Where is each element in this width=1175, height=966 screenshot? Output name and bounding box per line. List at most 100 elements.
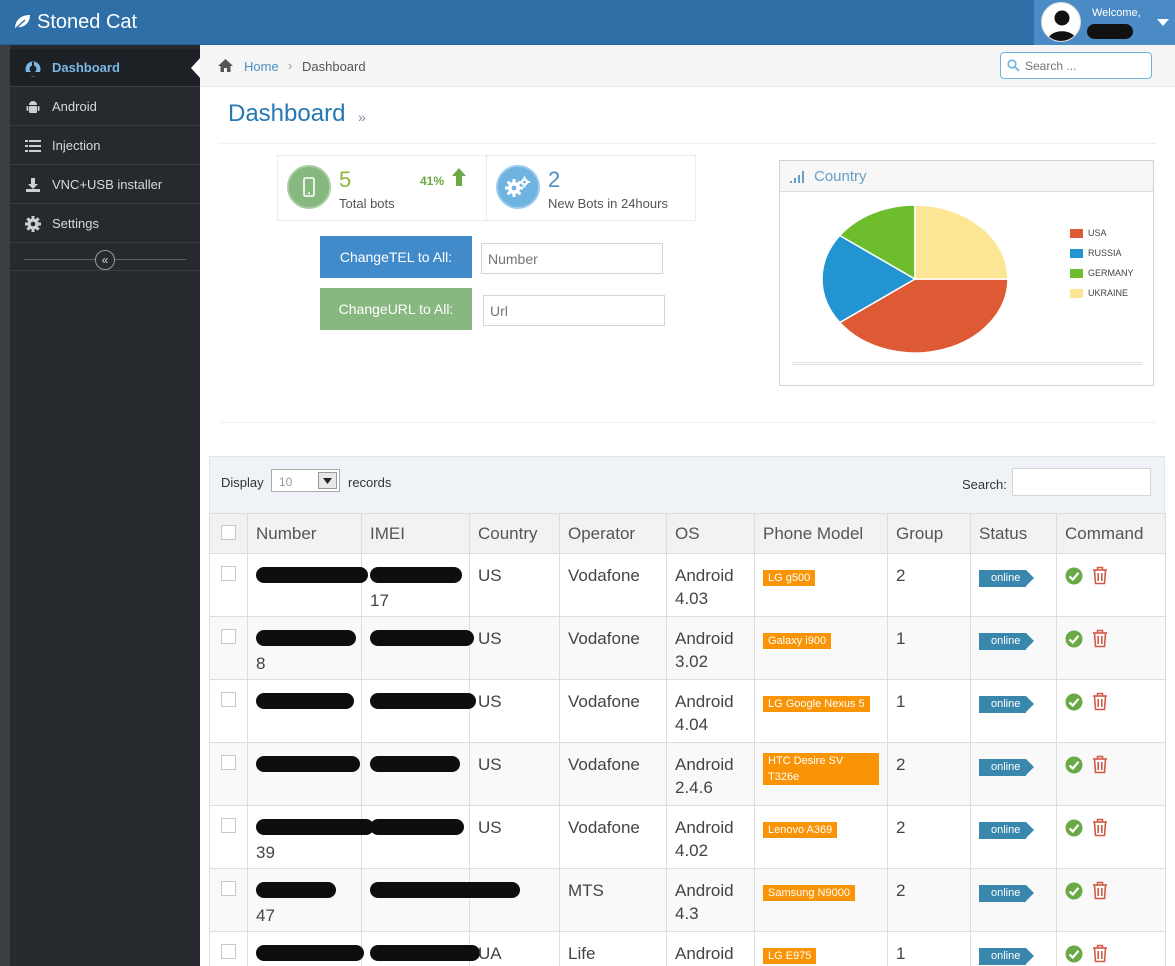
trash-icon[interactable]: [1092, 881, 1108, 900]
country-pie-chart: [821, 204, 1009, 354]
country-widget: Country USA RUSSIA GERMANY UKRAINE: [779, 160, 1154, 386]
table-controls: Display 10 records Search:: [209, 456, 1165, 513]
row-select-cell: [209, 931, 248, 966]
brand[interactable]: Stoned Cat: [12, 9, 137, 35]
trash-icon[interactable]: [1092, 566, 1108, 585]
phone-model-badge: HTC Desire SV T326e: [763, 753, 879, 785]
app-title: Stoned Cat: [37, 10, 138, 33]
select-all-checkbox[interactable]: [221, 525, 236, 540]
country-cell: US: [469, 805, 560, 869]
os-cell: Android 4.04: [666, 679, 755, 743]
redacted-number: [256, 567, 368, 583]
table-search-input[interactable]: [1012, 468, 1151, 496]
redacted-imei: [370, 882, 520, 898]
caret-down-icon[interactable]: [1157, 19, 1169, 26]
trash-icon[interactable]: [1092, 629, 1108, 648]
sidebar-item-injection[interactable]: Injection: [10, 127, 200, 165]
sidebar-item-vnc-usb-installer[interactable]: VNC+USB installer: [10, 166, 200, 204]
arrow-up-icon: [452, 168, 466, 186]
trash-icon[interactable]: [1092, 692, 1108, 711]
check-circle-icon[interactable]: [1065, 630, 1083, 648]
group-cell: 2: [887, 805, 971, 869]
user-silhouette-icon: [1048, 10, 1076, 41]
url-input[interactable]: [483, 295, 665, 326]
row-checkbox[interactable]: [221, 818, 236, 833]
column-header[interactable]: Status: [970, 513, 1057, 554]
command-actions: [1065, 944, 1157, 963]
row-select-cell: [209, 616, 248, 680]
command-cell: [1056, 868, 1166, 932]
row-select-cell: [209, 679, 248, 743]
row-checkbox[interactable]: [221, 944, 236, 959]
user-menu[interactable]: Welcome,: [1034, 0, 1175, 45]
phone-model-badge: LG g500: [763, 570, 816, 586]
check-circle-icon[interactable]: [1065, 567, 1083, 585]
redacted-imei: [370, 567, 462, 583]
records-per-page-value: 10: [279, 475, 293, 489]
imei-tail: 17: [370, 591, 389, 610]
column-header[interactable]: Operator: [559, 513, 667, 554]
row-checkbox[interactable]: [221, 629, 236, 644]
records-per-page-select[interactable]: 10: [271, 469, 340, 492]
check-circle-icon[interactable]: [1065, 693, 1083, 711]
sidebar-item-label: Dashboard: [52, 60, 120, 75]
row-checkbox[interactable]: [221, 692, 236, 707]
tel-number-input[interactable]: [481, 243, 663, 274]
column-header[interactable]: Number: [247, 513, 362, 554]
table-row: US Vodafone Android 2.4.6 HTC Desire SV T32…: [209, 742, 1166, 806]
table-body: 17 US Vodafone Android 4.03 LG g500 2 online 8 U…: [209, 553, 1166, 966]
check-circle-icon[interactable]: [1065, 819, 1083, 837]
table-row: 17 US Vodafone Android 4.03 LG g500 2 online: [209, 553, 1166, 617]
welcome-text: Welcome,: [1092, 7, 1141, 19]
display-label: Display: [221, 475, 264, 490]
breadcrumb-home-link[interactable]: Home: [244, 59, 279, 74]
table-search-label: Search:: [962, 477, 1007, 492]
column-header[interactable]: Group: [887, 513, 971, 554]
status-badge: online: [979, 822, 1035, 839]
column-header[interactable]: Phone Model: [754, 513, 888, 554]
trash-icon[interactable]: [1092, 818, 1108, 837]
trash-icon[interactable]: [1092, 944, 1108, 963]
group-cell: 1: [887, 616, 971, 680]
row-checkbox[interactable]: [221, 755, 236, 770]
collapse-sidebar-button[interactable]: «: [95, 250, 115, 270]
change-url-all-button[interactable]: ChangeURL to All:: [320, 288, 472, 330]
check-circle-icon[interactable]: [1065, 945, 1083, 963]
column-header[interactable]: Country: [469, 513, 560, 554]
imei-cell: [361, 805, 470, 869]
nav-search-input[interactable]: [1025, 56, 1145, 75]
home-icon: [218, 59, 233, 72]
phone-model-badge: Samsung N9000: [763, 885, 855, 901]
breadcrumb-separator: ›: [288, 58, 293, 73]
sidebar-item-settings[interactable]: Settings: [10, 205, 200, 243]
change-tel-all-button[interactable]: ChangeTEL to All:: [320, 236, 472, 278]
row-checkbox[interactable]: [221, 566, 236, 581]
row-checkbox[interactable]: [221, 881, 236, 896]
row-select-cell: [209, 868, 248, 932]
check-circle-icon[interactable]: [1065, 756, 1083, 774]
trash-icon[interactable]: [1092, 755, 1108, 774]
signal-icon: [790, 171, 804, 183]
redacted-username: [1087, 24, 1133, 39]
country-cell: [469, 868, 560, 932]
command-actions: [1065, 755, 1157, 774]
new-bots-count: 2: [548, 167, 561, 192]
column-header[interactable]: Command: [1056, 513, 1166, 554]
divider: [220, 422, 1155, 423]
table-row: 8 US Vodafone Android 3.02 Galaxy i900 1 onlin…: [209, 616, 1166, 680]
status-badge: online: [979, 570, 1035, 587]
sidebar-item-android[interactable]: Android: [10, 88, 200, 126]
group-cell: 2: [887, 742, 971, 806]
title-arrows: »: [358, 109, 366, 125]
phone-model-cell: HTC Desire SV T326e: [754, 742, 888, 806]
column-header[interactable]: OS: [666, 513, 755, 554]
column-header[interactable]: IMEI: [361, 513, 470, 554]
infobox-container: 5 Total bots 41% 2 New Bots in 24hours: [277, 155, 696, 221]
sidebar-item-dashboard[interactable]: Dashboard: [10, 49, 201, 87]
total-bots-count: 5: [339, 167, 352, 192]
legend-label: GERMANY: [1088, 268, 1134, 278]
phone-model-cell: Galaxy i900: [754, 616, 888, 680]
check-circle-icon[interactable]: [1065, 882, 1083, 900]
redacted-number: [256, 693, 354, 709]
os-cell: Android 4.3: [666, 868, 755, 932]
